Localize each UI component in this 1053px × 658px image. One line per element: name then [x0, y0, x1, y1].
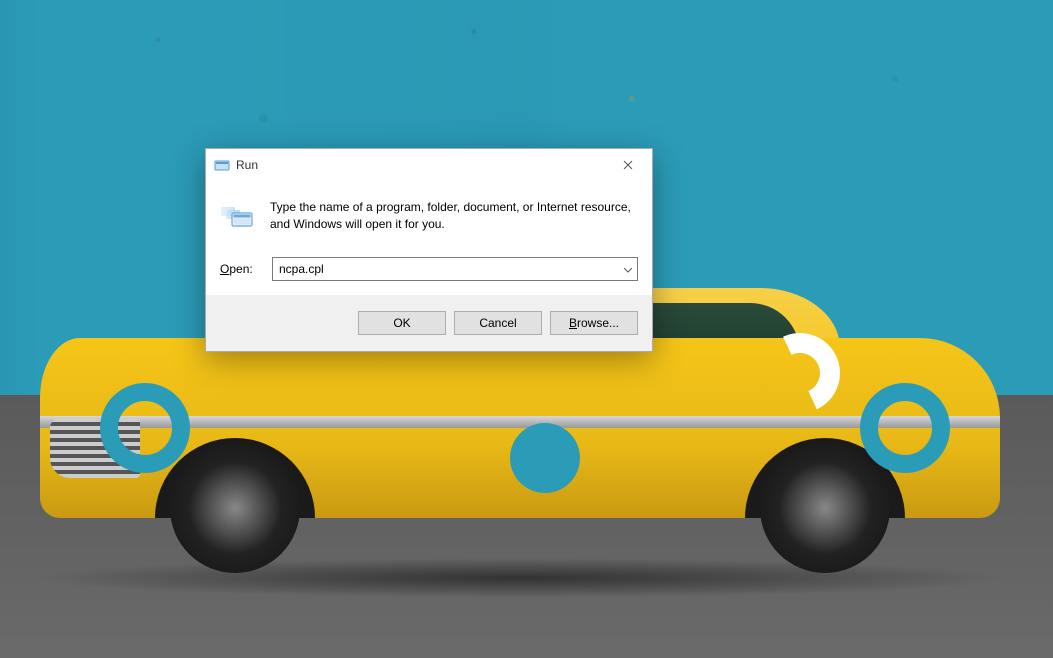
open-combobox[interactable]: [272, 257, 638, 281]
titlebar[interactable]: Run: [206, 149, 652, 181]
cancel-button[interactable]: Cancel: [454, 311, 542, 335]
ok-button[interactable]: OK: [358, 311, 446, 335]
dialog-body: Type the name of a program, folder, docu…: [206, 181, 652, 295]
titlebar-title: Run: [236, 158, 605, 172]
dialog-description: Type the name of a program, folder, docu…: [270, 199, 638, 234]
open-input[interactable]: [272, 257, 638, 281]
browse-button[interactable]: Browse...: [550, 311, 638, 335]
run-titlebar-icon: [214, 157, 230, 173]
button-row: OK Cancel Browse...: [206, 295, 652, 351]
run-dialog: Run: [205, 148, 653, 352]
close-button[interactable]: [605, 150, 650, 180]
open-label: Open:: [220, 262, 260, 276]
close-icon: [623, 160, 633, 170]
run-program-icon: [220, 199, 256, 235]
